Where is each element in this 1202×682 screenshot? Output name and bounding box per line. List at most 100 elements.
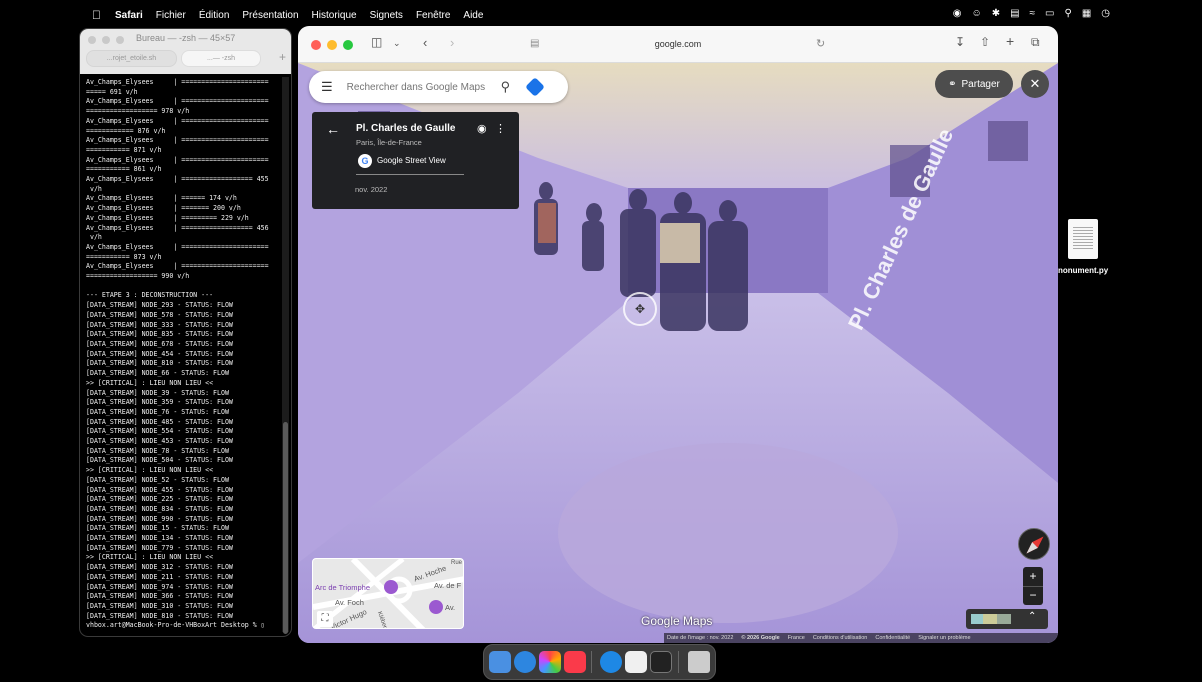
- menu-historique[interactable]: Historique: [312, 10, 357, 21]
- terminal-line: [DATA_STREAM] NODE_293 - STATUS: FLOW: [86, 301, 233, 310]
- new-tab-icon[interactable]: +: [1006, 33, 1014, 49]
- menu-aide[interactable]: Aide: [463, 10, 483, 21]
- menu-fenetre[interactable]: Fenêtre: [416, 10, 450, 21]
- share-button[interactable]: ⚭ Partager: [935, 70, 1013, 98]
- menu-app-name[interactable]: Safari: [115, 10, 143, 21]
- terminal-line: Av_Champs_Elysees | ====================…: [86, 116, 269, 125]
- menu-fichier[interactable]: Fichier: [156, 10, 186, 21]
- more-options-icon[interactable]: ⋮: [495, 122, 506, 135]
- terminal-tab-1-label: ...rojet_etoile.sh: [106, 55, 157, 62]
- download-icon[interactable]: ↧: [955, 35, 965, 49]
- system-app-icon[interactable]: [600, 651, 622, 673]
- dock-divider: [591, 651, 592, 673]
- safari-minimize-button[interactable]: [327, 40, 337, 50]
- clock-icon[interactable]: ◷: [1101, 8, 1110, 19]
- safari-close-button[interactable]: [311, 40, 321, 50]
- terminal-line: Av_Champs_Elysees | ====================…: [86, 136, 269, 145]
- terminal-line: [DATA_STREAM] NODE_810 - STATUS: FLOW: [86, 611, 233, 620]
- url-field[interactable]: google.com: [523, 34, 833, 54]
- minimap[interactable]: Arc de Triomphe Av. Hoche Av. Foch Av. d…: [312, 558, 464, 629]
- photos-icon[interactable]: [539, 651, 561, 673]
- terminal-line: [DATA_STREAM] NODE_990 - STATUS: FLOW: [86, 514, 233, 523]
- trash-icon[interactable]: [688, 651, 710, 673]
- expand-map-icon[interactable]: ⛶: [317, 611, 333, 627]
- footer-terms-link[interactable]: Conditions d'utilisation: [813, 635, 868, 641]
- capture-date[interactable]: nov. 2022: [355, 185, 387, 194]
- street-view-panorama[interactable]: ✥ Pl. Charles de Gaulle ☰ ⚲ ⚭ Partager ✕…: [298, 63, 1058, 643]
- music-icon[interactable]: [564, 651, 586, 673]
- desktop-file-label[interactable]: nonument.py: [1058, 266, 1108, 275]
- safari-icon[interactable]: [514, 651, 536, 673]
- safari-window: ◫ ⌄ ‹ › ▤ google.com ↻ ↧ ⇧ + ⧉ ✥ Pl. Cha…: [298, 26, 1058, 643]
- terminal-line: [DATA_STREAM] NODE_835 - STATUS: FLOW: [86, 330, 233, 339]
- zoom-out-button[interactable]: −: [1023, 586, 1043, 605]
- notes-icon[interactable]: [625, 651, 647, 673]
- terminal-title: Bureau — -zsh — 45×57: [136, 33, 236, 43]
- back-icon[interactable]: ‹: [423, 35, 427, 50]
- menu-presentation[interactable]: Présentation: [242, 10, 298, 21]
- url-text: google.com: [654, 39, 702, 49]
- location-pin-icon[interactable]: ◉: [477, 122, 487, 135]
- forward-icon[interactable]: ›: [450, 35, 454, 50]
- share-icon[interactable]: ⇧: [980, 35, 990, 49]
- terminal-app-icon[interactable]: [650, 651, 672, 673]
- menu-signets[interactable]: Signets: [370, 10, 403, 21]
- terminal-zoom-button[interactable]: [116, 36, 124, 44]
- search-icon[interactable]: ⚲: [501, 79, 511, 95]
- terminal-line: [DATA_STREAM] NODE_834 - STATUS: FLOW: [86, 504, 233, 513]
- reload-icon[interactable]: ↻: [816, 37, 825, 50]
- apple-menu-icon[interactable]: : [92, 8, 101, 22]
- zoom-in-button[interactable]: +: [1023, 567, 1043, 586]
- finder-icon[interactable]: [489, 651, 511, 673]
- terminal-line: v/h: [86, 184, 102, 193]
- safari-toolbar: ◫ ⌄ ‹ › ▤ google.com ↻ ↧ ⇧ + ⧉: [298, 26, 1058, 63]
- photo-strip-toggle[interactable]: ⌃: [966, 609, 1048, 629]
- terminal-line: [DATA_STREAM] NODE_78 - STATUS: FLOW: [86, 446, 229, 455]
- safari-zoom-button[interactable]: [343, 40, 353, 50]
- terminal-line: ================== 990 v/h: [86, 272, 190, 281]
- terminal-line: [DATA_STREAM] NODE_225 - STATUS: FLOW: [86, 495, 233, 504]
- terminal-scrollbar-thumb[interactable]: [283, 422, 288, 634]
- battery-icon[interactable]: ▭: [1045, 8, 1054, 19]
- keyboard-icon[interactable]: ▤: [1010, 8, 1019, 19]
- menu-icon[interactable]: ☰: [321, 79, 333, 95]
- tab-overview-icon[interactable]: ⧉: [1031, 35, 1040, 50]
- maps-search-input[interactable]: [346, 81, 497, 93]
- spotlight-search-icon[interactable]: ⚲: [1064, 8, 1071, 19]
- terminal-line: --- ETAPE 3 : DECONSTRUCTION ---: [86, 291, 214, 300]
- chevron-up-icon: ⌃: [1028, 611, 1037, 622]
- footer-privacy-link[interactable]: Confidentialité: [875, 635, 910, 641]
- new-tab-icon[interactable]: +: [279, 50, 286, 64]
- terminal-output[interactable]: Av_Champs_Elysees | ====================…: [86, 78, 279, 632]
- close-street-view-button[interactable]: ✕: [1021, 70, 1049, 98]
- terminal-line: Av_Champs_Elysees | ====== 174 v/h: [86, 194, 237, 203]
- maps-footer: Date de l'image : nov. 2022 © 2026 Googl…: [664, 633, 1058, 643]
- user-icon[interactable]: ☺: [971, 8, 981, 19]
- bluetooth-icon[interactable]: ✱: [992, 8, 1000, 19]
- terminal-line: Av_Champs_Elysees | ========= 229 v/h: [86, 213, 249, 222]
- compass-control[interactable]: [1018, 528, 1050, 560]
- terminal-close-button[interactable]: [88, 36, 96, 44]
- sidebar-toggle-icon[interactable]: ◫: [371, 35, 382, 49]
- menu-edition[interactable]: Édition: [199, 10, 230, 21]
- terminal-line: =========== 861 v/h: [86, 165, 162, 174]
- python-file-icon[interactable]: [1068, 219, 1098, 259]
- terminal-line: >> [CRITICAL] : LIEU NON LIEU <<: [86, 378, 214, 387]
- terminal-tab-1[interactable]: ...rojet_etoile.sh: [86, 50, 177, 67]
- minimap-label-arc: Arc de Triomphe: [315, 583, 371, 592]
- terminal-minimize-button[interactable]: [102, 36, 110, 44]
- back-arrow-icon[interactable]: ←: [326, 121, 340, 137]
- terminal-scrollbar[interactable]: [282, 77, 289, 634]
- chevron-down-icon[interactable]: ⌄: [393, 38, 401, 49]
- terminal-line: [DATA_STREAM] NODE_312 - STATUS: FLOW: [86, 563, 233, 572]
- maps-search-box[interactable]: ☰ ⚲: [309, 71, 568, 103]
- terminal-line: [DATA_STREAM] NODE_66 - STATUS: FLOW: [86, 369, 229, 378]
- footer-report-link[interactable]: Signaler un problème: [918, 635, 970, 641]
- wifi-icon[interactable]: ≈: [1030, 8, 1036, 19]
- terminal-line: [DATA_STREAM] NODE_455 - STATUS: FLOW: [86, 485, 233, 494]
- control-center-icon[interactable]: ▦: [1082, 8, 1091, 19]
- record-icon[interactable]: ◉: [953, 8, 962, 19]
- directions-icon[interactable]: [525, 77, 546, 97]
- terminal-tab-2[interactable]: ...— -zsh: [181, 50, 261, 67]
- footer-country[interactable]: France: [788, 635, 805, 641]
